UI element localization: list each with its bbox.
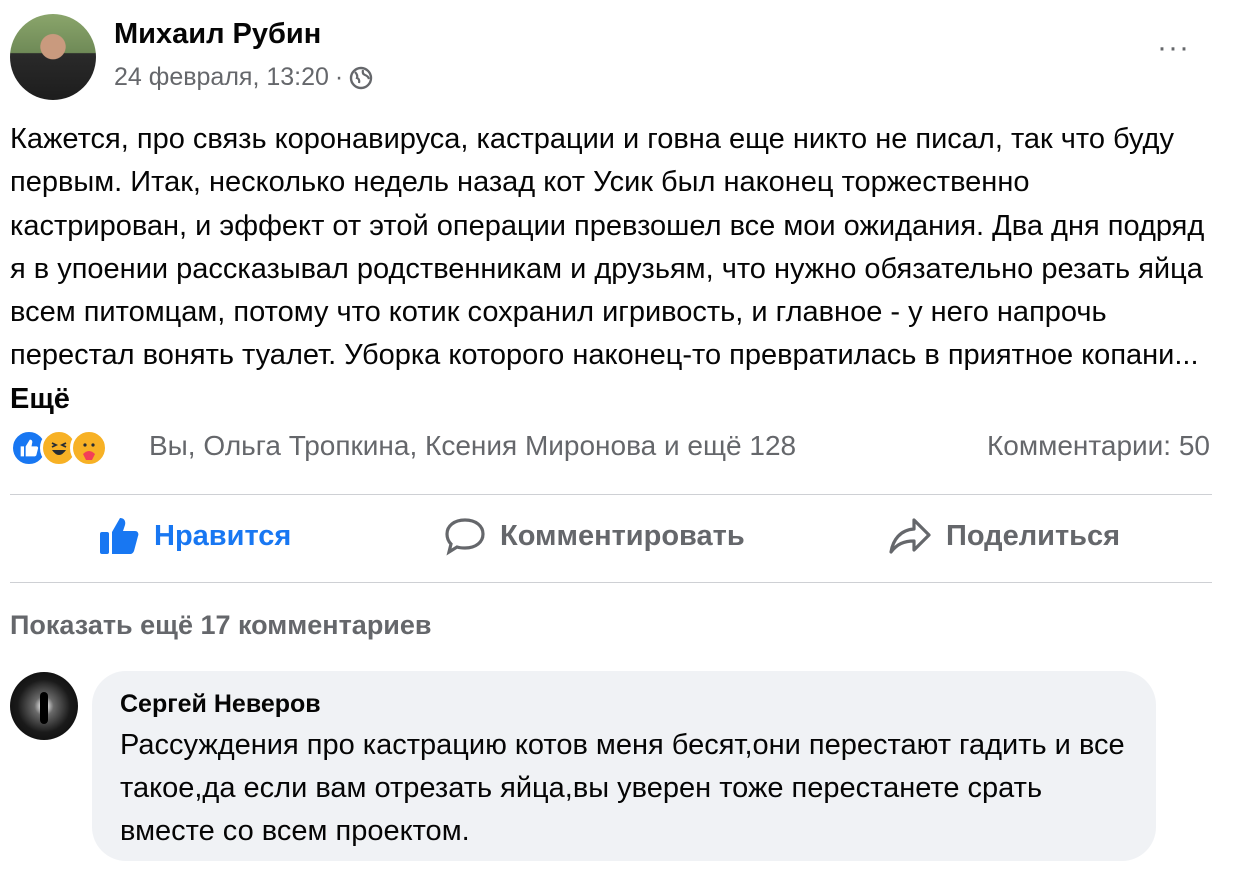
comment-text: Рассуждения про кастрацию котов меня бес… [120, 729, 1125, 847]
share-icon [889, 518, 931, 554]
author-name[interactable]: Михаил Рубин [114, 18, 321, 51]
care-icon [70, 429, 108, 467]
reaction-names[interactable]: Вы, Ольга Тропкина, Ксения Миронова и ещ… [149, 430, 796, 462]
comment-button[interactable]: Комментировать [444, 516, 745, 556]
meta-separator: · [334, 63, 344, 91]
post-text: Кажется, про связь коронавируса, кастрац… [10, 118, 1210, 421]
see-more-link[interactable]: Ещё [10, 383, 70, 415]
like-label: Нравится [154, 519, 292, 552]
like-button[interactable]: Нравится [98, 516, 291, 556]
comments-count[interactable]: Комментарии: 50 [987, 430, 1210, 462]
author-avatar[interactable] [10, 14, 96, 100]
commenter-avatar[interactable] [10, 672, 78, 740]
comment-icon [445, 518, 485, 556]
post-body: Кажется, про связь коронавируса, кастрац… [10, 123, 1205, 372]
commenter-name[interactable]: Сергей Неверов [120, 690, 321, 719]
post-meta: 24 февраля, 13:20 · [114, 63, 373, 92]
more-options-button[interactable]: ··· [1157, 33, 1190, 63]
divider [10, 494, 1212, 495]
share-button[interactable]: Поделиться [888, 516, 1120, 556]
reaction-icons[interactable] [10, 429, 108, 467]
post-date[interactable]: 24 февраля, 13:20 [114, 63, 329, 92]
show-more-comments-link[interactable]: Показать ещё 17 комментариев [10, 610, 432, 641]
divider [10, 582, 1212, 583]
comment-label: Комментировать [500, 519, 745, 552]
thumbs-up-icon [100, 518, 139, 554]
share-label: Поделиться [946, 519, 1121, 552]
globe-icon [350, 66, 373, 89]
